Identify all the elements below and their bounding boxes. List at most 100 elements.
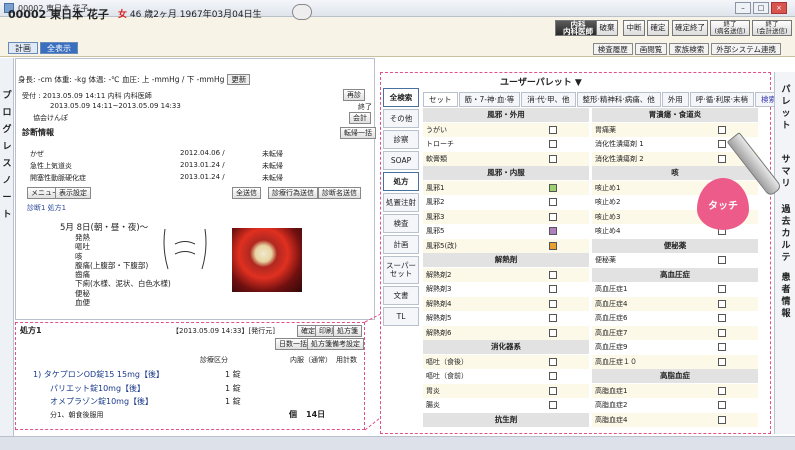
- palette-item[interactable]: 高血圧症4: [592, 296, 758, 311]
- palette-item[interactable]: 高血圧症6: [592, 311, 758, 325]
- rx-drug-1[interactable]: 1) タケプロンOD錠15 15mg【後】: [33, 369, 164, 380]
- palette-item-checkbox[interactable]: [718, 415, 726, 424]
- palette-item[interactable]: 高血圧症7: [592, 325, 758, 340]
- menu-other[interactable]: その他: [383, 109, 419, 128]
- palette-item[interactable]: うがい: [423, 122, 589, 137]
- attachment-icon[interactable]: [292, 4, 312, 20]
- menu-prescription[interactable]: 処方: [383, 172, 419, 191]
- palette-item[interactable]: 解熱剤6: [423, 325, 589, 340]
- palette-item-checkbox[interactable]: [549, 270, 557, 279]
- revisit-dropdown[interactable]: 再診: [343, 89, 365, 101]
- menu-all-search[interactable]: 全検索: [383, 88, 419, 107]
- ptab-5[interactable]: 外用: [661, 92, 689, 107]
- send-all-button[interactable]: 全送信: [232, 187, 261, 199]
- palette-item[interactable]: 高脂血症1: [592, 383, 758, 398]
- palette-item-checkbox[interactable]: [549, 154, 557, 163]
- palette-item-checkbox[interactable]: [549, 212, 557, 221]
- menu-plan[interactable]: 計画: [383, 235, 419, 254]
- department-button[interactable]: 内科 内科医師: [555, 20, 601, 36]
- menu-test[interactable]: 検査: [383, 214, 419, 233]
- rx-drug-3[interactable]: オメプラゾン錠10mg【後】: [50, 396, 153, 407]
- palette-item[interactable]: 風邪5: [423, 224, 589, 238]
- rx-usage[interactable]: 分1、朝食後服用: [50, 410, 103, 420]
- ptab-6[interactable]: 呼·循·利尿·末梢: [689, 92, 754, 107]
- palette-item-checkbox[interactable]: [549, 328, 557, 337]
- palette-item[interactable]: 腸炎: [423, 398, 589, 412]
- tab-show-all[interactable]: 全表示: [40, 42, 78, 54]
- billing-button[interactable]: 会計: [349, 112, 371, 124]
- ptab-set[interactable]: セット: [423, 92, 458, 107]
- palette-item-checkbox[interactable]: [549, 386, 557, 395]
- palette-item-checkbox[interactable]: [549, 401, 557, 409]
- palette-title[interactable]: ユーザーパレット ▼: [500, 75, 582, 88]
- discard-button[interactable]: 破棄: [596, 20, 618, 36]
- rx-qty-3[interactable]: 1 錠: [225, 396, 241, 407]
- palette-item[interactable]: 高脂血症2: [592, 398, 758, 412]
- rx-qty-1[interactable]: 1 錠: [225, 369, 241, 380]
- end-label[interactable]: 終了: [358, 102, 372, 112]
- palette-item-checkbox[interactable]: [549, 241, 557, 250]
- tab-palette[interactable]: パレット: [780, 84, 792, 132]
- palette-item[interactable]: 便秘薬: [592, 253, 758, 267]
- palette-item-checkbox[interactable]: [718, 401, 726, 409]
- ptab-4[interactable]: 整形·精神科·病痛、他: [576, 92, 661, 107]
- menu-exam[interactable]: 診察: [383, 130, 419, 149]
- rx-drug-2[interactable]: パリエット錠10mg【後】: [50, 383, 145, 394]
- ptab-3[interactable]: 消·代·甲、他: [521, 92, 576, 107]
- palette-item-checkbox[interactable]: [549, 125, 557, 134]
- palette-item-checkbox[interactable]: [549, 183, 557, 192]
- transfer-all-button[interactable]: 転帰一括: [340, 127, 376, 139]
- rx-note-settings-button[interactable]: 処方箋備考設定: [307, 338, 364, 350]
- close-button[interactable]: ×: [771, 2, 787, 14]
- rx-days[interactable]: 14日: [306, 409, 325, 420]
- palette-item[interactable]: 解熱剤4: [423, 296, 589, 311]
- confirm-button[interactable]: 確定: [647, 20, 669, 36]
- suspend-button[interactable]: 中断: [623, 20, 645, 36]
- palette-item-checkbox[interactable]: [718, 125, 726, 134]
- palette-item-checkbox[interactable]: [549, 198, 557, 206]
- send-diagnosis-button[interactable]: 診断名送信: [318, 187, 361, 199]
- external-link-button[interactable]: 外部システム連携: [711, 43, 781, 55]
- palette-item-checkbox[interactable]: [718, 314, 726, 322]
- palette-item[interactable]: 消化性潰瘍剤 2: [592, 151, 758, 166]
- palette-item-checkbox[interactable]: [718, 154, 726, 163]
- palette-item-checkbox[interactable]: [549, 299, 557, 308]
- palette-item[interactable]: 解熱剤3: [423, 282, 589, 296]
- ptab-2[interactable]: 筋・7-神·血·等: [458, 92, 521, 107]
- palette-item[interactable]: 風邪1: [423, 180, 589, 195]
- menu-procedure-injection[interactable]: 処置注射: [383, 193, 419, 212]
- family-search-button[interactable]: 家族検索: [669, 43, 710, 55]
- palette-item[interactable]: 高脂血症4: [592, 412, 758, 427]
- palette-item-checkbox[interactable]: [718, 357, 726, 366]
- palette-item[interactable]: 解熱剤2: [423, 267, 589, 282]
- palette-item-checkbox[interactable]: [549, 357, 557, 366]
- palette-item-checkbox[interactable]: [549, 314, 557, 322]
- palette-item-checkbox[interactable]: [718, 256, 726, 264]
- send-procedure-button[interactable]: 診療行為送信: [268, 187, 318, 199]
- end-send-disease-button[interactable]: 終了 (病名送信): [710, 20, 750, 36]
- palette-item[interactable]: トローチ: [423, 137, 589, 151]
- palette-item[interactable]: 風邪3: [423, 209, 589, 224]
- endoscopy-image[interactable]: [232, 228, 302, 292]
- minimize-button[interactable]: –: [735, 2, 751, 14]
- palette-item[interactable]: 嘔吐（食前）: [423, 369, 589, 383]
- menu-timeline[interactable]: TL: [383, 307, 419, 326]
- palette-item[interactable]: 嘔吐（食後）: [423, 354, 589, 369]
- palette-item[interactable]: 風邪2: [423, 195, 589, 209]
- progress-note-tab[interactable]: プログレスノート: [0, 58, 14, 450]
- tab-past-records[interactable]: 過去カルテ: [780, 204, 792, 264]
- palette-item[interactable]: 解熱剤5: [423, 311, 589, 325]
- days-bulk-button[interactable]: 日数一括: [275, 338, 311, 350]
- palette-item[interactable]: 高血圧症１０: [592, 354, 758, 369]
- palette-item[interactable]: 風邪5(改): [423, 238, 589, 253]
- palette-item-checkbox[interactable]: [549, 140, 557, 148]
- palette-item-checkbox[interactable]: [718, 386, 726, 395]
- palette-item[interactable]: 軟膏類: [423, 151, 589, 166]
- display-settings-button[interactable]: 表示設定: [55, 187, 91, 199]
- maximize-button[interactable]: □: [753, 2, 769, 14]
- palette-item-checkbox[interactable]: [718, 299, 726, 308]
- tab-summary[interactable]: サマリ: [780, 154, 792, 190]
- palette-item[interactable]: 高血圧症9: [592, 340, 758, 354]
- palette-item-checkbox[interactable]: [718, 285, 726, 293]
- exam-history-button[interactable]: 検査履歴: [592, 43, 633, 55]
